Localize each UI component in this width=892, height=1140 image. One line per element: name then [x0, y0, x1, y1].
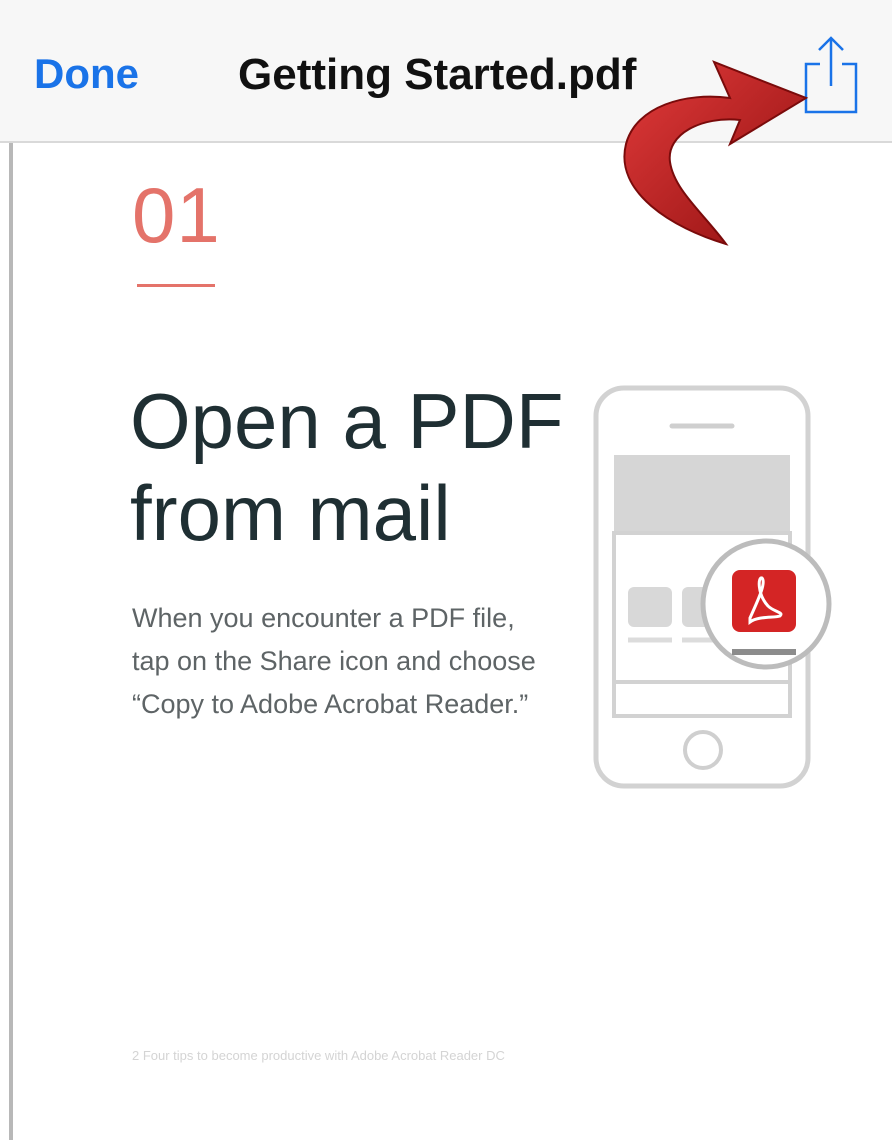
body-line: tap on the Share icon and choose	[132, 646, 536, 676]
navigation-bar: Done Getting Started.pdf	[0, 0, 892, 143]
page-headline: Open a PDF from mail	[130, 375, 570, 559]
share-icon	[804, 36, 858, 114]
done-button[interactable]: Done	[34, 50, 139, 98]
page-footer: 2 Four tips to become productive with Ad…	[132, 1048, 505, 1063]
page-body-text: When you encounter a PDF file, tap on th…	[132, 597, 572, 726]
step-number: 01	[132, 171, 221, 259]
headline-line: Open a PDF	[130, 377, 564, 465]
body-line: “Copy to Adobe Acrobat Reader.”	[132, 689, 529, 719]
step-divider	[137, 284, 215, 287]
document-title: Getting Started.pdf	[238, 50, 637, 99]
share-button[interactable]	[798, 34, 864, 116]
headline-line: from mail	[130, 469, 451, 557]
page-edge	[9, 143, 13, 1140]
body-line: When you encounter a PDF file,	[132, 603, 515, 633]
phone-illustration	[593, 385, 832, 789]
